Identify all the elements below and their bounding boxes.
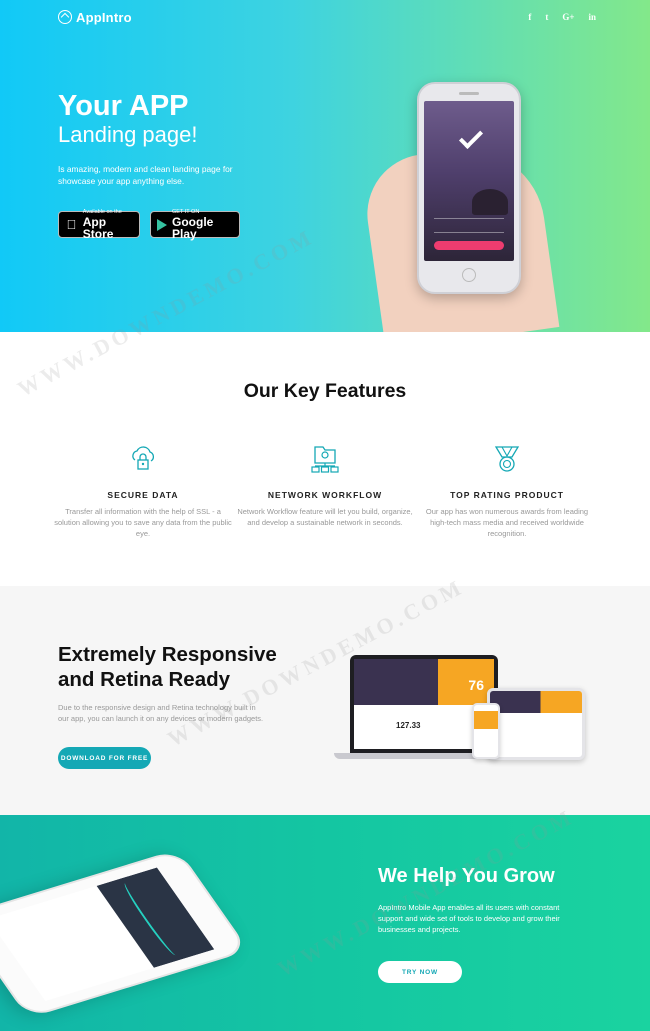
tablet-image [487, 688, 585, 760]
linkedin-icon[interactable]: in [588, 12, 596, 22]
phone-username-field [434, 213, 504, 219]
phone-speaker [459, 92, 479, 95]
phone-home-button [462, 268, 476, 282]
facebook-icon[interactable]: f [528, 12, 531, 22]
hero-section: AppIntro f t G+ in Your APP Landing page… [0, 0, 650, 332]
feature-text: Network Workflow feature will let you bu… [237, 507, 413, 527]
app-store-button[interactable]:  Available on the App Store [58, 209, 140, 241]
logo-icon [58, 10, 72, 24]
phone-screen [424, 101, 514, 261]
brand-name: AppIntro [76, 9, 132, 25]
social-links: f t G+ in [528, 12, 596, 22]
grow-section: We Help You Grow AppIntro Mobile App ena… [0, 815, 650, 1031]
grow-heading: We Help You Grow [378, 865, 555, 887]
responsive-heading-line-2: and Retina Ready [58, 668, 231, 691]
feature-secure-data: SECURE DATA Transfer all information wit… [48, 444, 238, 539]
cloud-lock-icon [132, 446, 155, 470]
small-phone-header [474, 711, 498, 729]
feature-title: NETWORK WORKFLOW [267, 490, 383, 500]
hero-description: Is amazing, modern and clean landing pag… [58, 164, 233, 186]
grow-description: AppIntro Mobile App enables all its user… [378, 903, 560, 934]
rock-image [472, 189, 508, 215]
hero-subtitle: Landing page! [58, 122, 198, 147]
hero-phone-image [417, 82, 521, 294]
tilted-phone-image [0, 849, 250, 1019]
feature-title: TOP RATING PRODUCT [450, 490, 564, 500]
apple-icon:  [65, 217, 78, 232]
twitter-icon[interactable]: t [545, 12, 548, 22]
tilted-phone-screen [0, 867, 215, 1002]
top-nav: AppIntro f t G+ in [58, 8, 596, 26]
responsive-heading-line-1: Extremely Responsive [58, 643, 277, 666]
feature-text: Transfer all information with the help o… [54, 507, 232, 538]
features-heading: Our Key Features [243, 380, 407, 402]
medal-icon [494, 446, 520, 472]
network-folder-icon [311, 446, 339, 473]
phone-password-field [434, 227, 504, 233]
google-play-icon [157, 218, 167, 231]
features-section: Our Key Features SECURE DATA Transfer al… [0, 332, 650, 586]
feature-top-rating: TOP RATING PRODUCT Our app has won numer… [412, 444, 602, 539]
google-play-label: Google Play [172, 215, 214, 241]
tablet-header [490, 691, 582, 713]
phone-signin-button [434, 241, 504, 250]
app-store-label: App Store [82, 215, 114, 241]
google-plus-icon[interactable]: G+ [562, 12, 574, 22]
brand-logo-link[interactable]: AppIntro [58, 10, 132, 25]
hero-title: Your APP [58, 90, 189, 122]
google-play-button[interactable]: GET IT ON Google Play [150, 209, 240, 241]
feature-title: SECURE DATA [107, 490, 179, 500]
laptop-screen-value: 127.33 [396, 721, 421, 730]
feature-text: Our app has won numerous awards from lea… [425, 507, 589, 538]
checkmark-icon [458, 124, 484, 150]
download-button[interactable]: DOWNLOAD FOR FREE [58, 747, 151, 769]
laptop-screen-number: 76 [468, 677, 484, 693]
small-phone-image [472, 703, 500, 759]
responsive-description: Due to the responsive design and Retina … [58, 703, 264, 723]
feature-network-workflow: NETWORK WORKFLOW Network Workflow featur… [230, 444, 420, 528]
responsive-heading: Extremely Responsive and Retina Ready [58, 642, 318, 692]
try-now-button[interactable]: TRY NOW [378, 961, 462, 983]
